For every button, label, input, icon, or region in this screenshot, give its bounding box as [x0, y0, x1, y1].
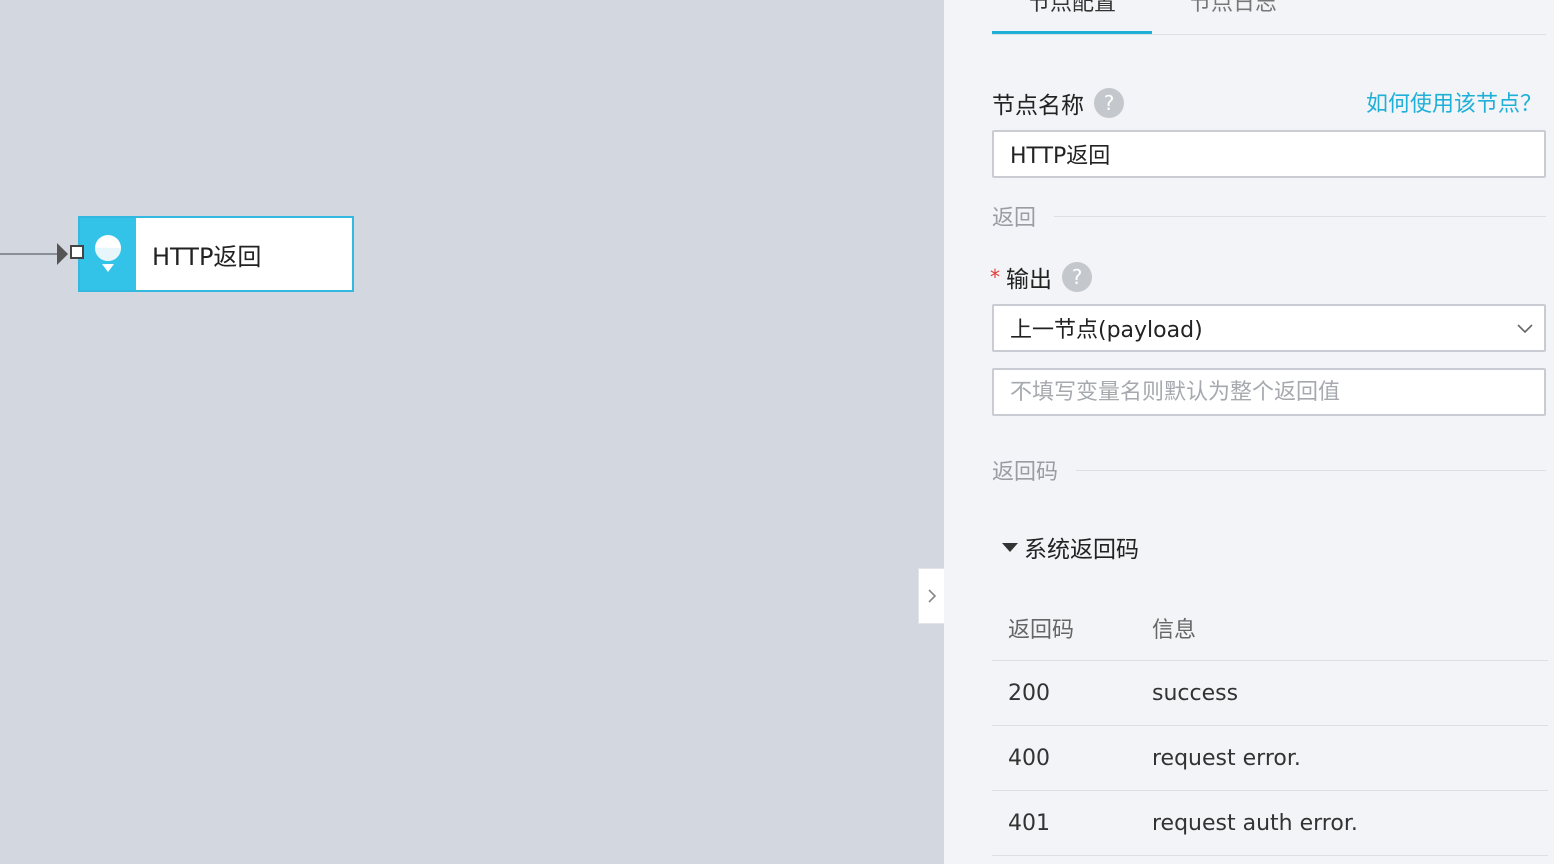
output-select[interactable]: 上一节点(payload)	[992, 304, 1546, 352]
node-name-label-text: 节点名称	[992, 93, 1084, 119]
help-icon[interactable]: ?	[1062, 262, 1092, 292]
input-port[interactable]	[70, 245, 84, 259]
chevron-down-icon	[1517, 324, 1533, 334]
system-codes-title: 系统返回码	[1024, 537, 1139, 563]
message-cell: request error.	[1152, 745, 1301, 771]
return-code-table: 返回码 信息 200 success 400 request error. 40…	[992, 596, 1548, 856]
column-header: 信息	[1152, 618, 1197, 643]
system-codes-toggle[interactable]: 系统返回码	[1002, 530, 1139, 564]
column-header: 返回码	[1008, 618, 1075, 643]
http-return-node[interactable]: HTTP返回	[78, 216, 354, 292]
section-return-code: 返回码	[992, 455, 1546, 485]
panel-collapse-button[interactable]	[918, 568, 944, 624]
table-row: 401 request auth error.	[992, 791, 1548, 856]
how-to-use-link[interactable]: 如何使用该节点？	[1366, 86, 1542, 118]
bulb-icon	[80, 218, 136, 290]
config-panel: 节点配置 节点日志 节点名称 ? 如何使用该节点？ 返回 * 输出 ? 上一节点…	[944, 0, 1554, 864]
code-cell: 200	[1008, 680, 1050, 706]
connection-arrow	[57, 243, 68, 265]
output-label-text: 输出	[1006, 267, 1052, 293]
tab-node-config[interactable]: 节点配置	[992, 0, 1152, 34]
node-name-input[interactable]	[992, 130, 1546, 178]
flow-canvas[interactable]: HTTP返回	[0, 0, 944, 864]
output-variable-input[interactable]	[992, 368, 1546, 416]
code-cell: 400	[1008, 745, 1050, 771]
required-mark: *	[990, 265, 1000, 289]
code-cell: 401	[1008, 810, 1050, 836]
section-return: 返回	[992, 201, 1546, 231]
node-label: HTTP返回	[152, 242, 262, 271]
connection-edge	[0, 253, 60, 255]
caret-down-icon	[1002, 542, 1018, 552]
table-header: 返回码 信息	[992, 596, 1548, 661]
divider	[1076, 469, 1546, 471]
message-cell: request auth error.	[1152, 810, 1358, 836]
tab-node-log[interactable]: 节点日志	[1168, 0, 1298, 34]
divider	[1054, 215, 1546, 217]
node-name-label: 节点名称 ?	[992, 86, 1124, 120]
output-select-value: 上一节点(payload)	[1010, 318, 1203, 343]
chevron-right-icon	[927, 589, 936, 603]
section-return-title: 返回	[992, 206, 1037, 231]
table-row: 200 success	[992, 661, 1548, 726]
panel-tabs: 节点配置 节点日志	[992, 0, 1546, 35]
table-row: 400 request error.	[992, 726, 1548, 791]
message-cell: success	[1152, 680, 1239, 706]
help-icon[interactable]: ?	[1094, 88, 1124, 118]
section-return-code-title: 返回码	[992, 460, 1059, 485]
output-label: * 输出 ?	[990, 260, 1092, 294]
